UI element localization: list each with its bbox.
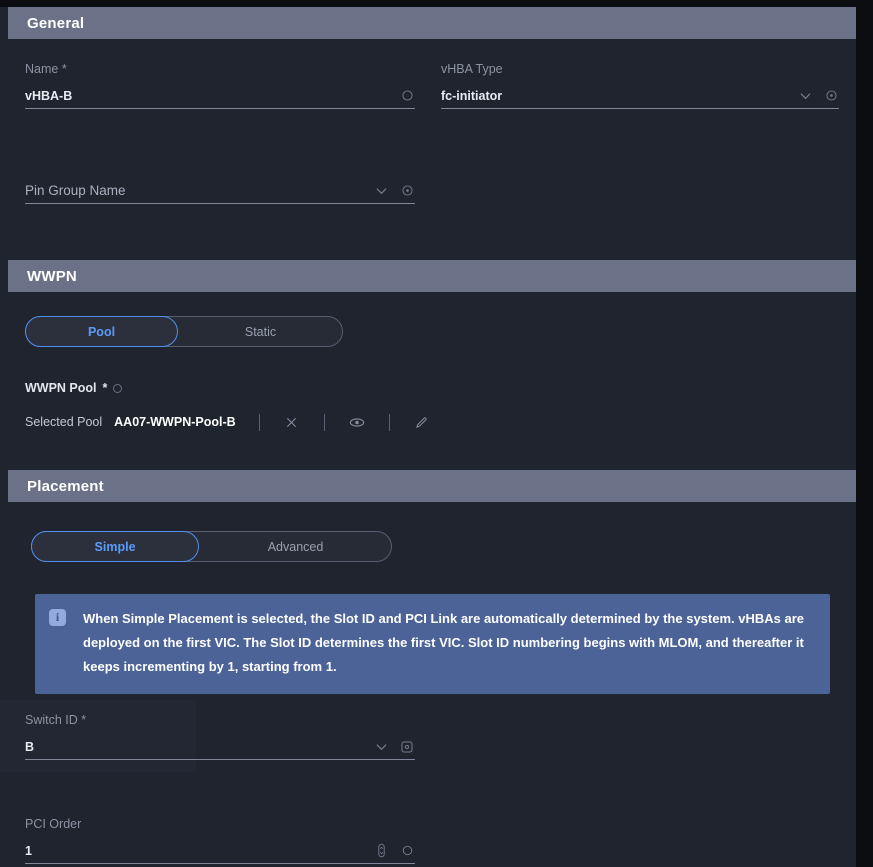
wwpn-type-toggle: Pool Static [25,316,343,347]
simple-placement-info-banner: i When Simple Placement is selected, the… [35,594,830,694]
wwpn-pool-label-text: WWPN Pool [25,381,97,395]
field-switch-id: Switch ID * B [25,713,415,760]
switch-id-select[interactable]: B [25,736,415,760]
field-pin-group-name: Pin Group Name [25,180,415,204]
stepper-icon[interactable] [373,843,389,859]
field-pci-order: PCI Order 1 [25,817,415,864]
selected-pool-label: Selected Pool [25,415,103,429]
chevron-down-icon[interactable] [373,183,389,199]
vhba-type-value: fc-initiator [441,88,503,103]
info-circle-icon[interactable] [823,88,839,104]
field-label-switch-id: Switch ID * [25,713,415,727]
pin-group-name-select[interactable]: Pin Group Name [25,180,415,204]
placement-toggle-advanced-label: Advanced [267,539,324,554]
pencil-icon[interactable] [413,413,431,431]
switch-id-value: B [25,739,35,754]
pin-group-name-value: Pin Group Name [25,183,126,198]
section-header-placement: Placement [8,470,856,502]
wwpn-toggle-pool[interactable]: Pool [25,316,179,347]
name-input[interactable]: vHBA-B [25,85,415,109]
field-label-switch-id-text: Switch ID [25,713,78,727]
wwpn-pool-label: WWPN Pool * [25,381,123,395]
vhba-type-select[interactable]: fc-initiator [441,85,839,109]
field-label-pci-order: PCI Order [25,817,82,831]
info-banner-text: When Simple Placement is selected, the S… [83,611,805,674]
info-circle-icon[interactable] [399,183,415,199]
section-header-wwpn: WWPN [8,260,856,292]
required-marker: * [102,381,108,395]
wwpn-toggle-pool-label: Pool [87,324,116,339]
vhba-policy-form: General Name * vHBA-B vHBA Type fc-initi… [0,0,873,867]
field-vhba-type: vHBA Type fc-initiator [441,62,839,109]
name-input-value: vHBA-B [25,88,73,103]
info-circle-icon[interactable] [113,383,123,393]
divider [258,413,260,431]
section-header-general: General [8,7,856,39]
required-marker: * [61,62,67,76]
chevron-down-icon[interactable] [373,739,389,755]
selected-pool-row: Selected Pool AA07-WWPN-Pool-B [25,412,431,432]
field-label-vhba-type: vHBA Type [441,62,503,76]
required-marker: * [81,713,87,727]
pci-order-value: 1 [25,843,32,858]
eye-icon[interactable] [348,413,366,431]
divider [323,413,325,431]
chevron-down-icon[interactable] [797,88,813,104]
field-name: Name * vHBA-B [25,62,415,109]
wwpn-toggle-static[interactable]: Static [179,317,342,346]
field-label-name-text: Name [25,62,59,76]
info-circle-icon[interactable] [399,739,415,755]
section-title-general: General [27,14,85,32]
field-label-name: Name * [25,62,415,76]
wwpn-toggle-static-label: Static [244,324,277,339]
right-gutter [856,0,873,867]
divider [388,413,390,431]
selected-pool-value: AA07-WWPN-Pool-B [114,415,236,429]
pci-order-input[interactable]: 1 [25,840,415,864]
info-icon: i [49,609,66,626]
placement-mode-toggle: Simple Advanced [31,531,392,562]
placement-toggle-simple-label: Simple [94,539,136,554]
close-icon[interactable] [283,413,301,431]
section-title-placement: Placement [27,477,104,495]
placement-toggle-simple[interactable]: Simple [31,531,200,562]
info-circle-icon[interactable] [399,843,415,859]
placement-toggle-advanced[interactable]: Advanced [200,532,391,561]
info-circle-icon[interactable] [399,88,415,104]
section-title-wwpn: WWPN [27,267,77,285]
